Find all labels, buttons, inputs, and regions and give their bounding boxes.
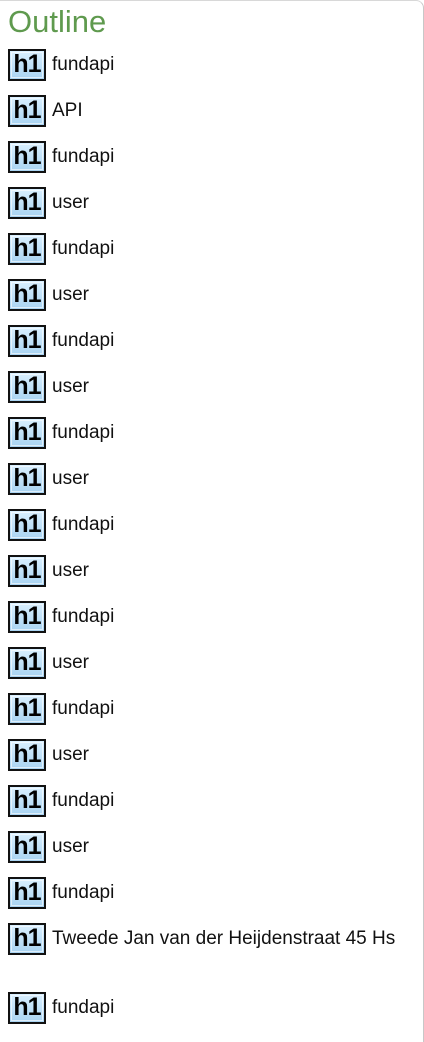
outline-item[interactable]: h1 user [8, 731, 419, 777]
outline-item[interactable]: h1 user [8, 823, 419, 869]
h1-heading-icon: h1 [8, 95, 46, 127]
outline-item-label: fundapi [52, 238, 115, 259]
outline-item-label: fundapi [52, 146, 115, 167]
outline-item-label: user [52, 376, 89, 397]
outline-item[interactable]: h1 user [8, 271, 419, 317]
outline-item[interactable]: h1 fundapi [8, 317, 419, 363]
panel-title: Outline [8, 4, 107, 39]
outline-item[interactable]: h1 Tweede Jan van der Heijdenstraat 45 Hs [8, 915, 419, 984]
outline-item-label: fundapi [52, 997, 115, 1018]
h1-heading-icon: h1 [8, 693, 46, 725]
outline-item-label: user [52, 836, 89, 857]
outline-item-label: Tweede Jan van der Heijdenstraat 45 Hs [52, 928, 396, 949]
h1-heading-icon: h1 [8, 877, 46, 909]
h1-heading-icon: h1 [8, 279, 46, 311]
outline-item[interactable]: h1 fundapi [8, 225, 419, 271]
outline-item-label: fundapi [52, 790, 115, 811]
h1-heading-icon: h1 [8, 141, 46, 173]
outline-item-label: user [52, 284, 89, 305]
outline-item[interactable]: h1 user [8, 179, 419, 225]
outline-item-label: fundapi [52, 422, 115, 443]
h1-heading-icon: h1 [8, 923, 46, 955]
outline-item[interactable]: h1 fundapi [8, 133, 419, 179]
outline-item-label: fundapi [52, 330, 115, 351]
outline-item[interactable]: h1 fundapi [8, 685, 419, 731]
outline-item[interactable]: h1 user [8, 363, 419, 409]
outline-item-label: user [52, 652, 89, 673]
outline-item-label: fundapi [52, 514, 115, 535]
outline-item-label: user [52, 468, 89, 489]
h1-heading-icon: h1 [8, 831, 46, 863]
h1-heading-icon: h1 [8, 187, 46, 219]
h1-heading-icon: h1 [8, 555, 46, 587]
outline-item[interactable]: h1 user [8, 455, 419, 501]
outline-item-label: fundapi [52, 54, 115, 75]
outline-item-label: API [52, 100, 83, 121]
outline-item-label: fundapi [52, 606, 115, 627]
h1-heading-icon: h1 [8, 647, 46, 679]
outline-item-label: fundapi [52, 882, 115, 903]
outline-item[interactable]: h1 user [8, 547, 419, 593]
outline-item[interactable]: h1 API [8, 87, 419, 133]
h1-heading-icon: h1 [8, 325, 46, 357]
outline-item-label: user [52, 192, 89, 213]
h1-heading-icon: h1 [8, 233, 46, 265]
outline-item[interactable]: h1 fundapi [8, 409, 419, 455]
h1-heading-icon: h1 [8, 992, 46, 1024]
h1-heading-icon: h1 [8, 417, 46, 449]
outline-item-label: user [52, 744, 89, 765]
outline-item[interactable]: h1 fundapi [8, 869, 419, 915]
outline-item[interactable]: h1 fundapi [8, 41, 419, 87]
h1-heading-icon: h1 [8, 739, 46, 771]
outline-item[interactable]: h1 fundapi [8, 984, 419, 1030]
outline-item-label: fundapi [52, 698, 115, 719]
outline-list: h1 fundapi h1 API h1 fundapi h1 user h1 fundapi h1… [0, 41, 423, 1030]
h1-heading-icon: h1 [8, 371, 46, 403]
outline-item-label: user [52, 560, 89, 581]
h1-heading-icon: h1 [8, 509, 46, 541]
outline-panel: Outline h1 fundapi h1 API h1 fundapi h1 user h1 f… [0, 0, 424, 1042]
outline-item[interactable]: h1 fundapi [8, 777, 419, 823]
outline-item[interactable]: h1 fundapi [8, 501, 419, 547]
h1-heading-icon: h1 [8, 601, 46, 633]
outline-item[interactable]: h1 fundapi [8, 593, 419, 639]
h1-heading-icon: h1 [8, 785, 46, 817]
outline-item[interactable]: h1 user [8, 639, 419, 685]
h1-heading-icon: h1 [8, 463, 46, 495]
h1-heading-icon: h1 [8, 49, 46, 81]
